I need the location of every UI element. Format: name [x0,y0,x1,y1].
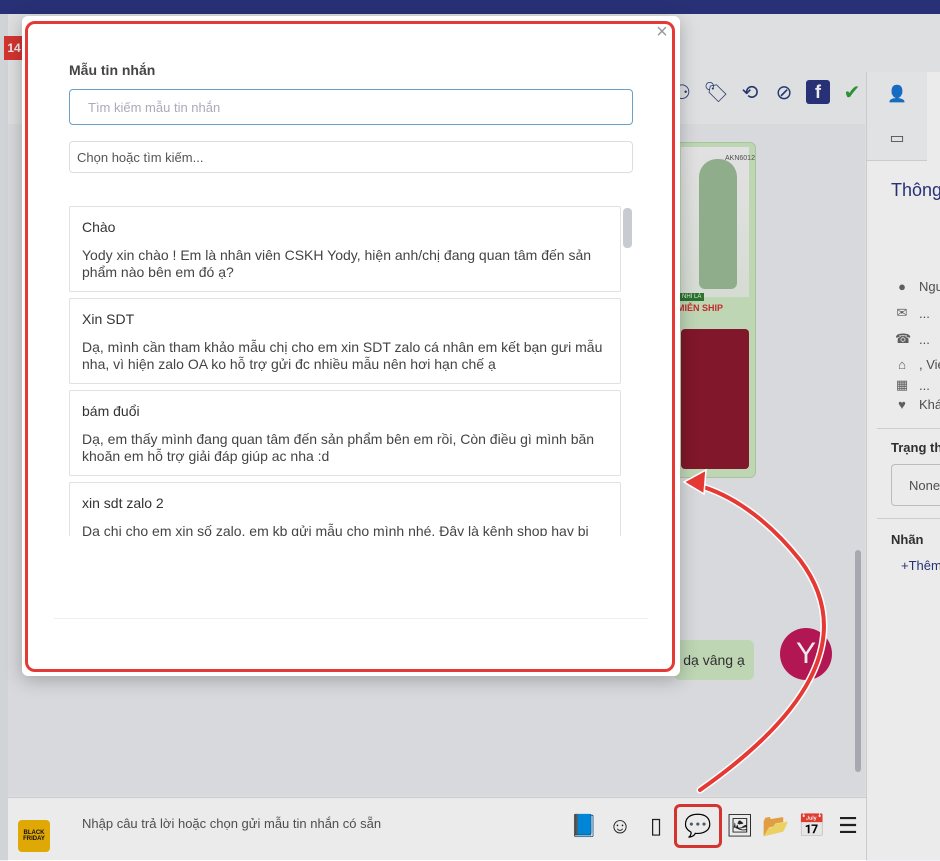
template-body: Dạ chị cho em xin số zalo, em kb gửi mẫu… [82,523,589,536]
product-image: AKN6012 [681,147,755,297]
envelope-icon: ✉ [896,305,908,320]
home-icon: ⌂ [898,357,906,372]
modal-footer-divider [54,618,648,619]
template-title: Xin SDT [82,311,135,327]
divider [877,518,940,519]
divider [877,428,940,429]
customer-info-panel: 👤 ▭ Thông ●Ngu ✉... ☎... ⌂, Vie ▦... ♥Kh… [866,72,940,860]
left-strip [0,14,8,860]
panel-title: Thông [891,180,940,200]
top-bar [0,0,940,14]
template-body: Dạ, mình cần tham khảo mẫu chị cho em xi… [82,339,603,372]
add-tag-link[interactable]: +Thêm [901,558,940,573]
info-row-interest: ♥ Khá [895,397,940,412]
model-figure [699,159,737,289]
template-item[interactable]: bám đuổi Dạ, em thấy mình đang quan tâm … [69,390,621,476]
composer-toolbar: 📘 ☺ ▯ 💬 🖼 📂 📅 ☰ [570,804,862,848]
product-tag: NHÌ LÀ [679,293,705,301]
info-row-email: ✉... [896,305,930,321]
status-select[interactable]: None [891,464,940,506]
notification-badge: 14 [4,36,24,60]
tab-profile[interactable]: 👤 [867,72,927,117]
check-icon[interactable]: ✔ [840,80,864,104]
message-input[interactable]: Nhập câu trả lời hoặc chọn gửi mẫu tin n… [82,816,381,831]
template-title: xin sdt zalo 2 [82,495,164,511]
image-icon[interactable]: 🖼 [726,809,754,843]
cake-icon: ▦ [895,377,909,392]
template-body: Dạ, em thấy mình đang quan tâm đến sản p… [82,431,595,464]
template-list-scrollbar[interactable] [623,208,632,248]
tab-notes[interactable]: ▭ [867,116,927,161]
tags-label: Nhãn [891,532,924,547]
info-row-phone: ☎... [895,331,930,347]
avatar[interactable]: Y [780,628,832,680]
note-icon[interactable]: ▯ [642,809,670,843]
template-search-input[interactable] [69,89,633,125]
template-list: Chào Yody xin chào ! Em là nhân viên CSK… [69,206,623,536]
list-icon[interactable]: ☰ [834,809,862,843]
modal-title: Mẫu tin nhắn [69,62,156,78]
facebook-icon[interactable]: f [806,80,830,104]
template-title: Chào [82,219,116,235]
product-message-card[interactable]: AKN6012 NHÌ LÀ MIỄN SHIP [670,142,756,478]
info-row-birthday: ▦... [895,377,930,393]
product-label: MIỄN SHIP [677,303,724,313]
template-title: bám đuổi [82,403,140,419]
info-row-address: ⌂, Vie [895,357,940,372]
message-composer: BLACK FRIDAY Nhập câu trả lời hoặc chọn … [8,797,866,861]
reply-bubble: dạ vâng ạ [674,640,754,680]
fabric-image [681,329,749,469]
calendar-icon[interactable]: 📅 [798,809,826,843]
template-item[interactable]: Xin SDT Dạ, mình cần tham khảo mẫu chị c… [69,298,621,384]
comment-icon: ▭ [889,130,905,147]
chat-scrollbar[interactable] [855,550,861,772]
tag-icon[interactable]: 🏷 [703,80,728,104]
book-icon[interactable]: 📘 [570,809,598,843]
phone-icon: ☎ [895,331,912,346]
template-item[interactable]: Chào Yody xin chào ! Em là nhân viên CSK… [69,206,621,292]
message-template-icon[interactable]: 💬 [674,804,722,848]
status-label: Trạng th [891,440,940,455]
user-icon: 👤 [887,86,907,103]
user-icon: ● [898,279,906,294]
block-icon[interactable]: ⊘ [772,80,796,104]
page-logo: BLACK FRIDAY [18,820,50,852]
template-body: Yody xin chào ! Em là nhân viên CSKH Yod… [82,247,592,280]
template-item[interactable]: xin sdt zalo 2 Dạ chị cho em xin số zalo… [69,482,621,536]
info-row-name: ● Ngu [895,279,940,294]
product-code: AKN6012 [725,155,755,162]
template-select[interactable]: Chọn hoặc tìm kiếm... [69,141,633,173]
close-icon[interactable]: × [652,21,672,43]
history-icon[interactable]: ⟲ [738,80,762,104]
conversation-toolbar: ⚇ 🏷 ⟲ ⊘ f ✔ [670,80,864,104]
folder-icon[interactable]: 📂 [762,809,790,843]
message-template-modal: × Mẫu tin nhắn Chọn hoặc tìm kiếm... Chà… [22,16,680,676]
emoji-icon[interactable]: ☺ [606,809,634,843]
heart-icon: ♥ [898,397,906,412]
